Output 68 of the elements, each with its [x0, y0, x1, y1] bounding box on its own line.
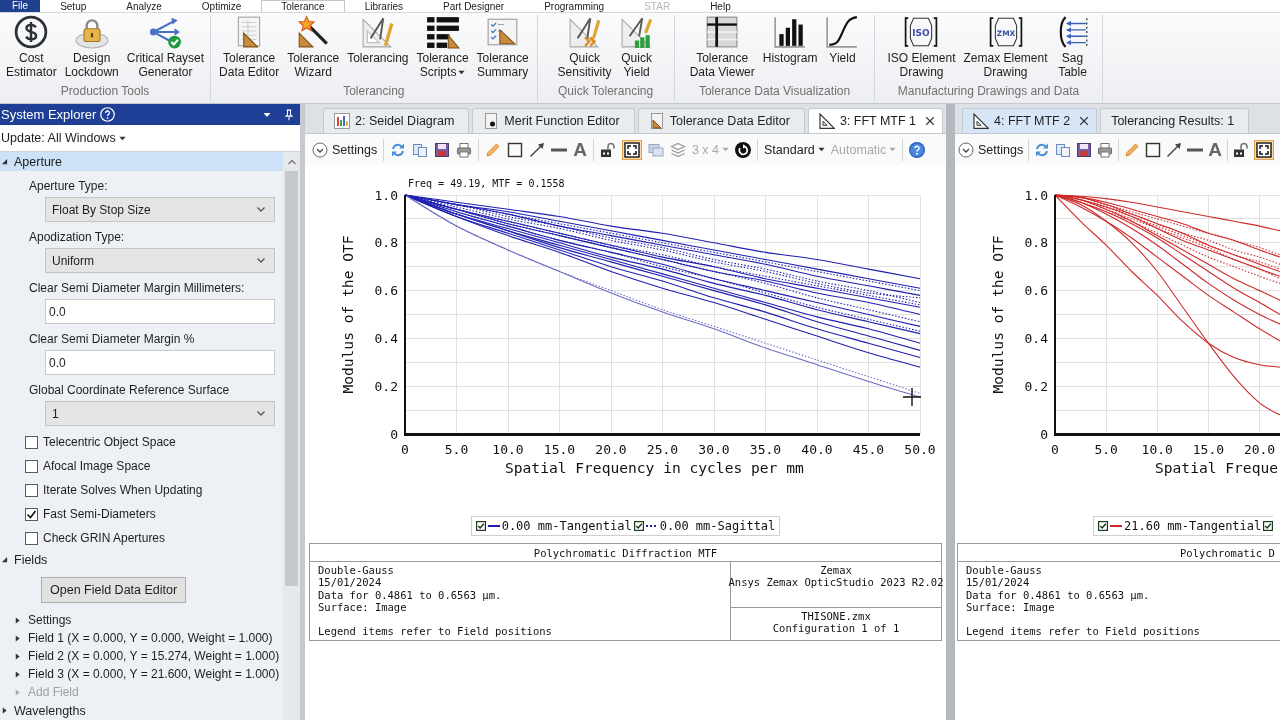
setting-label: Global Coordinate Reference Surface — [29, 382, 230, 398]
y-axis-title: Modulus of the OTF — [339, 235, 356, 394]
axis-tick-label: 25.0 — [646, 442, 679, 457]
info-note: Legend items refer to Field positions — [966, 625, 1200, 638]
ribbon-group-label: Tolerancing — [343, 84, 405, 100]
setting-label: Aperture Type: — [29, 178, 108, 194]
checkbox-label: Check GRIN Apertures — [43, 531, 166, 545]
info-line: Surface: Image — [966, 600, 1055, 614]
info-line: Data for 0.4861 to 0.6563 µm. — [318, 588, 502, 601]
axis-tick-label: 50.0 — [904, 442, 936, 457]
setting-label: Clear Semi Diameter Margin Millimeters: — [29, 280, 245, 296]
checkbox-label: Fast Semi-Diameters — [43, 507, 156, 521]
x-axis-title: Spatial Frequency in cycles per mm — [505, 459, 804, 476]
info-line: Double-Gauss — [318, 564, 394, 577]
axis-tick-label: 20.0 — [595, 442, 627, 457]
ribbon-group-label: Quick Tolerancing — [558, 84, 654, 100]
axis-tick-label: 0.4 — [374, 330, 398, 346]
ribbon-group-label: Tolerance Data Visualization — [698, 84, 851, 100]
info-line: 15/01/2024 — [318, 576, 382, 589]
info-line: 15/01/2024 — [966, 576, 1030, 589]
axis-tick-label: 0.2 — [1024, 378, 1048, 394]
ribbon-group-label: Production Tools — [60, 84, 150, 100]
axis-tick-label: 15.0 — [543, 442, 576, 457]
x-axis-title: Spatial Freque — [1155, 459, 1278, 476]
info-title: Polychromatic D — [1180, 546, 1275, 559]
info-line: Surface: Image — [318, 600, 407, 614]
setting-label: Clear Semi Diameter Margin % — [29, 331, 195, 347]
axis-tick-label: 20.0 — [1243, 442, 1276, 457]
checkbox-label: Telecentric Object Space — [43, 435, 176, 449]
axis-tick-label: 0.6 — [374, 283, 398, 299]
legend-label: 0.00 mm-Tangential — [501, 519, 632, 533]
axis-tick-label: 35.0 — [749, 442, 782, 457]
axis-tick-label: 30.0 — [698, 442, 730, 457]
axis-tick-label: 0.4 — [1024, 330, 1048, 346]
axis-tick-label: 0.8 — [374, 235, 398, 251]
info-line: THISONE.zmx — [801, 610, 871, 622]
cursor-readout: Freq = 49.19, MTF = 0.1558 — [408, 178, 565, 189]
axis-tick-label: 0.6 — [1024, 283, 1048, 299]
axis-tick-label: 0 — [390, 426, 398, 442]
checkbox-label: Iterate Solves When Updating — [43, 483, 203, 497]
info-line: Data for 0.4861 to 0.6563 µm. — [966, 588, 1150, 601]
axis-tick-label: 5.0 — [444, 442, 469, 457]
axis-tick-label: 40.0 — [801, 442, 833, 457]
axis-tick-label: 5.0 — [1094, 442, 1118, 457]
axis-tick-label: 0.8 — [1024, 235, 1048, 251]
axis-tick-label: 0.2 — [374, 378, 398, 394]
legend-label: 0.00 mm-Sagittal — [659, 519, 776, 533]
y-axis-title: Modulus of the OTF — [989, 235, 1006, 394]
axis-tick-label: 45.0 — [852, 442, 885, 457]
info-line: Double-Gauss — [966, 564, 1042, 577]
axis-tick-label: 0 — [1051, 442, 1059, 457]
axis-tick-label: 10.0 — [1141, 442, 1173, 457]
panel-title: System Explorer — [1, 107, 97, 122]
axis-tick-label: 0 — [1040, 426, 1048, 442]
checkbox-label: Afocal Image Space — [43, 459, 151, 473]
info-note: Legend items refer to Field positions — [318, 625, 552, 638]
axis-tick-label: 15.0 — [1192, 442, 1225, 457]
axis-tick-label: 1.0 — [1024, 187, 1048, 203]
axis-tick-label: 0 — [401, 442, 409, 457]
setting-label: Apodization Type: — [29, 229, 125, 245]
legend-label: 21.60 mm-Tangential — [1124, 519, 1262, 533]
info-line: Configuration 1 of 1 — [772, 622, 900, 634]
info-line: Zemax — [820, 564, 852, 576]
info-title: Polychromatic Diffraction MTF — [533, 546, 718, 559]
axis-tick-label: 1.0 — [374, 187, 398, 203]
info-line: Ansys Zemax OpticStudio 2023 R2.02 — [728, 576, 944, 588]
axis-tick-label: 10.0 — [492, 442, 524, 457]
ribbon-group-label: Manufacturing Drawings and Data — [897, 84, 1080, 100]
